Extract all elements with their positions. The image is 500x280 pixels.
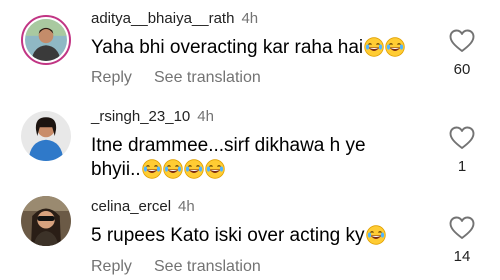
reply-button[interactable]: Reply — [91, 69, 132, 87]
face-with-tears-of-joy-icon — [364, 37, 384, 57]
comment-username[interactable]: aditya__bhaiya__rath 4h — [91, 10, 258, 27]
face-with-tears-of-joy-icon — [205, 159, 225, 179]
comment-text: Yaha bhi overacting kar raha hai — [91, 36, 411, 60]
comment-time: 4h — [197, 108, 214, 125]
avatar-photo — [21, 196, 71, 246]
face-with-tears-of-joy-icon — [142, 159, 162, 179]
heart-outline-icon[interactable] — [449, 216, 475, 240]
heart-outline-icon[interactable] — [449, 126, 475, 150]
avatar-aditya[interactable] — [21, 15, 71, 65]
like-count: 14 — [453, 248, 471, 265]
avatar-photo — [25, 19, 67, 61]
comment-text: Itne drammee...sirf dikhawa h ye bhyii.. — [91, 135, 366, 180]
see-translation-link[interactable]: See translation — [154, 258, 261, 276]
comment-time: 4h — [241, 10, 259, 27]
face-with-tears-of-joy-icon — [385, 37, 405, 57]
comment-username[interactable]: celina_ercel 4h — [91, 198, 195, 215]
heart-outline-icon[interactable] — [449, 29, 475, 53]
see-translation-link[interactable]: See translation — [154, 69, 261, 87]
comment-text: 5 rupees Kato iski over acting ky — [91, 224, 411, 248]
face-with-tears-of-joy-icon — [184, 159, 204, 179]
avatar-celina[interactable] — [21, 196, 71, 246]
avatar-rsingh[interactable] — [21, 111, 71, 161]
like-count: 60 — [453, 61, 471, 78]
comment-username[interactable]: _rsingh_23_10 4h — [91, 108, 214, 125]
face-with-tears-of-joy-icon — [366, 225, 386, 245]
like-count: 1 — [457, 158, 467, 175]
avatar-photo — [21, 111, 71, 161]
face-with-tears-of-joy-icon — [163, 159, 183, 179]
comment-time: 4h — [178, 198, 195, 215]
reply-button[interactable]: Reply — [91, 258, 132, 276]
